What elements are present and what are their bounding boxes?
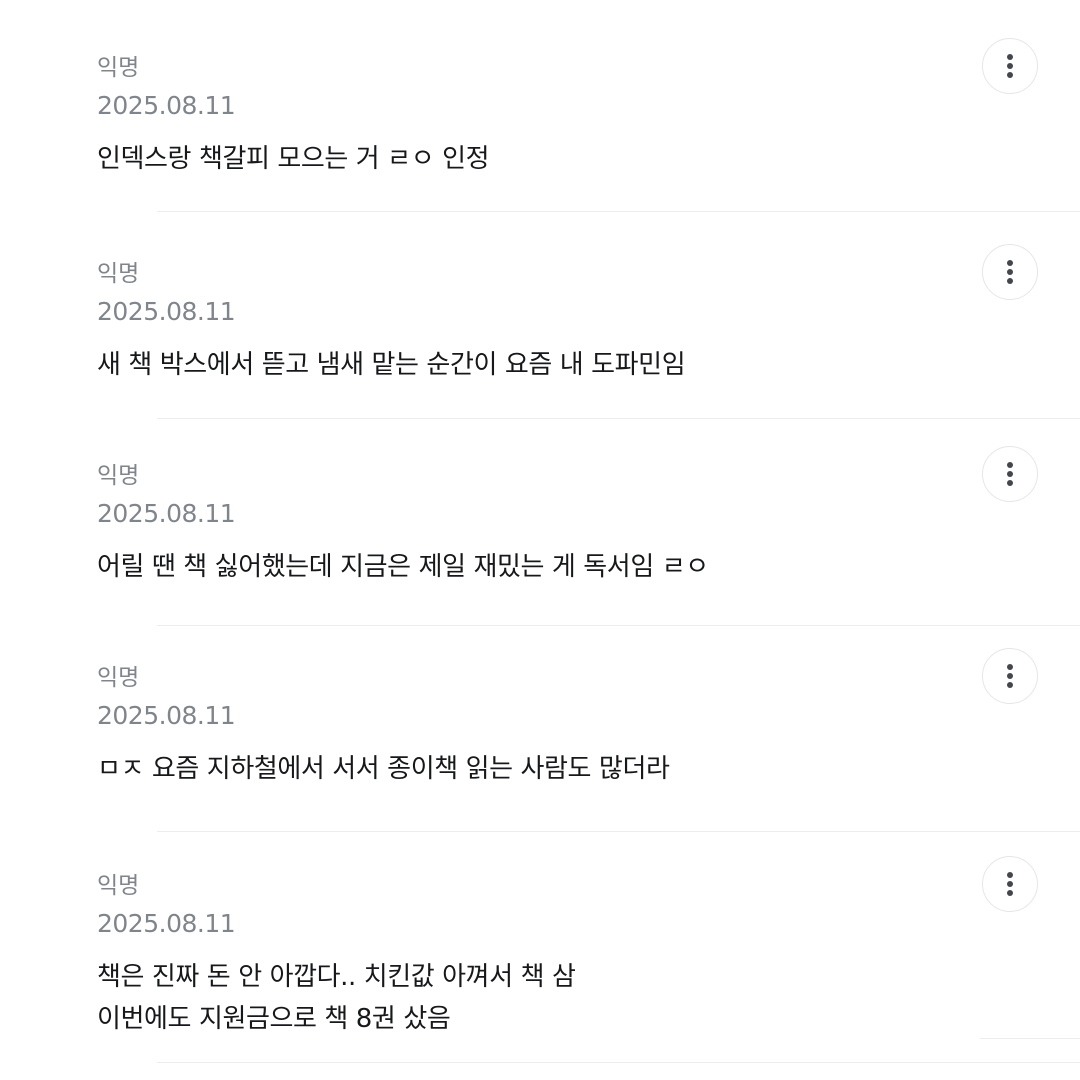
comment-author: 익명 — [97, 261, 140, 287]
more-options-button[interactable] — [982, 38, 1038, 94]
comment-date: 2025.08.11 — [97, 91, 236, 120]
comment-author: 익명 — [97, 665, 140, 691]
more-options-button[interactable] — [982, 446, 1038, 502]
comment-author: 익명 — [97, 55, 140, 81]
more-vertical-icon — [1007, 872, 1013, 896]
more-vertical-icon — [1007, 462, 1013, 486]
comment-divider — [157, 418, 1080, 419]
comment-date: 2025.08.11 — [97, 297, 236, 326]
comment-date: 2025.08.11 — [97, 909, 236, 938]
comment-date: 2025.08.11 — [97, 701, 236, 730]
comment-text: ㅁㅈ 요즘 지하철에서 서서 종이책 읽는 사람도 많더라 — [97, 754, 670, 784]
more-options-button[interactable] — [982, 856, 1038, 912]
comment-text: 책은 진짜 돈 안 아깝다.. 치킨값 아껴서 책 삼 이번에도 지원금으로 책… — [97, 962, 576, 1034]
comment-text: 어릴 땐 책 싫어했는데 지금은 제일 재밌는 게 독서임 ㄹㅇ — [97, 552, 709, 582]
comment-date: 2025.08.11 — [97, 499, 236, 528]
comment-text: 인덱스랑 책갈피 모으는 거 ㄹㅇ 인정 — [97, 144, 490, 174]
comment-author: 익명 — [97, 873, 140, 899]
more-options-button[interactable] — [982, 648, 1038, 704]
more-vertical-icon — [1007, 260, 1013, 284]
more-vertical-icon — [1007, 664, 1013, 688]
comment-text: 새 책 박스에서 뜯고 냄새 맡는 순간이 요즘 내 도파민임 — [97, 350, 686, 380]
comment-list: 익명 2025.08.11 인덱스랑 책갈피 모으는 거 ㄹㅇ 인정 익명 20… — [0, 0, 1080, 1080]
comment-divider — [157, 211, 1080, 212]
more-options-button[interactable] — [982, 244, 1038, 300]
comment-divider — [980, 1038, 1080, 1039]
comment-divider — [157, 831, 1080, 832]
more-vertical-icon — [1007, 54, 1013, 78]
comment-divider — [157, 1062, 1080, 1063]
comment-divider — [157, 625, 1080, 626]
comment-author: 익명 — [97, 463, 140, 489]
